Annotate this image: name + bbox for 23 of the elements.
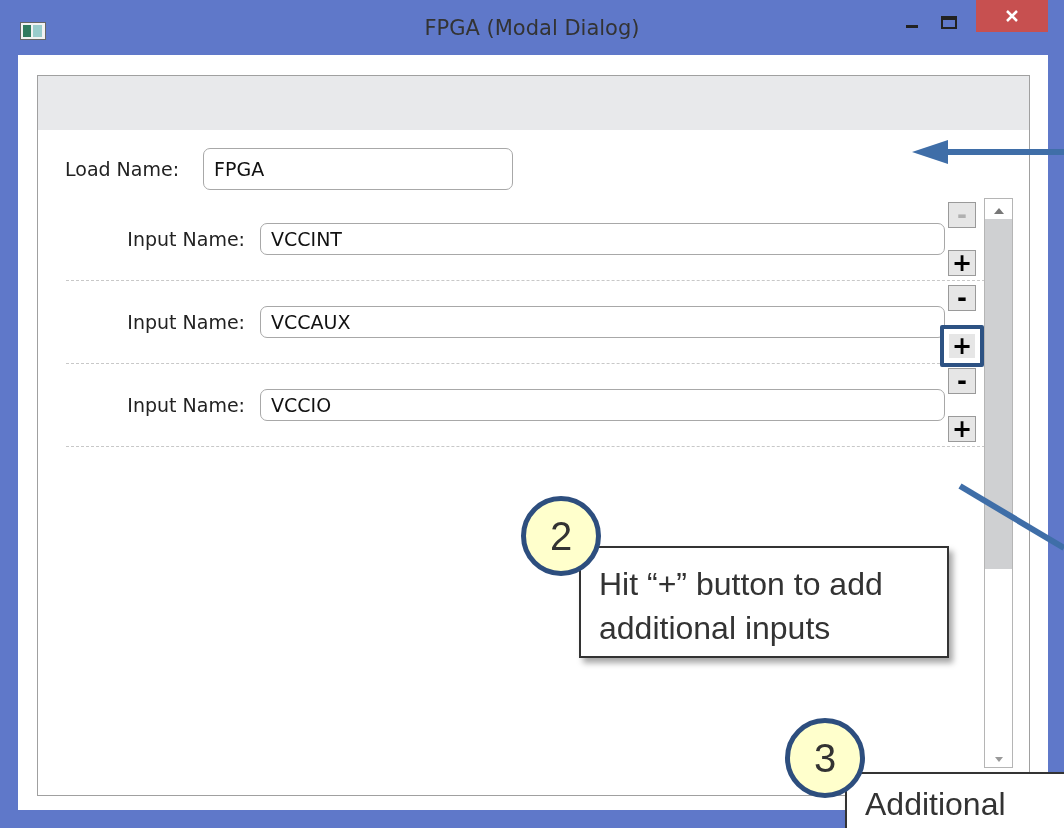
field-label: Input Name:: [126, 394, 245, 416]
minimize-icon: [906, 24, 918, 28]
callout-note: Additional: [845, 772, 1064, 828]
field-label: Input Name:: [126, 311, 245, 333]
input-name-field[interactable]: VCCINT: [260, 223, 945, 255]
field-label: Input Name:: [126, 228, 245, 250]
remove-button[interactable]: -: [948, 285, 976, 311]
window-icon: [20, 22, 46, 40]
close-button[interactable]: [976, 0, 1048, 32]
field-label: Load Name:: [65, 158, 180, 180]
input-name-field[interactable]: VCCAUX: [260, 306, 945, 338]
scrollbar[interactable]: [984, 198, 1013, 768]
close-icon: [1005, 9, 1019, 23]
add-button[interactable]: +: [940, 325, 984, 367]
remove-button[interactable]: -: [948, 368, 976, 394]
scrollbar-thumb[interactable]: [985, 219, 1012, 569]
input-name-field[interactable]: VCCIO: [260, 389, 945, 421]
window-title: FPGA (Modal Dialog): [423, 16, 641, 40]
add-button[interactable]: +: [948, 250, 976, 276]
load-name-field[interactable]: FPGA: [203, 148, 514, 190]
add-button[interactable]: +: [948, 416, 976, 442]
callout-note: Hit “+” button to add additional inputs: [579, 546, 949, 659]
maximize-icon: [941, 15, 957, 29]
